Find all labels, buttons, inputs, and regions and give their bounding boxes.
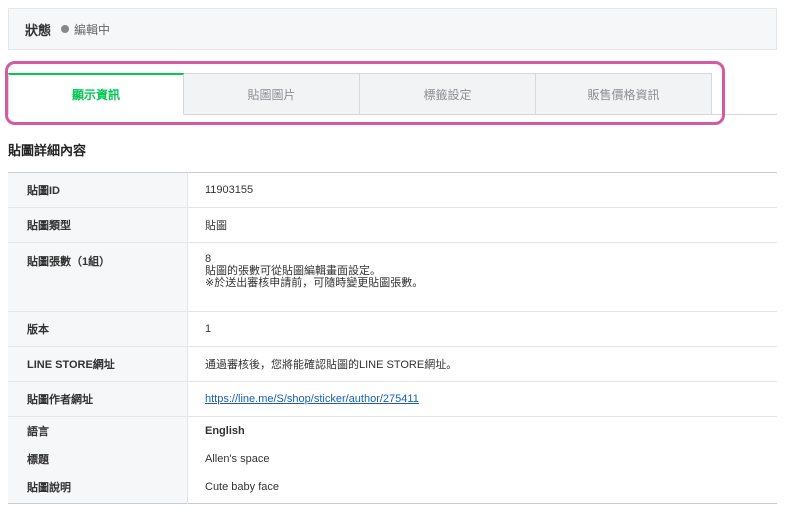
tab-display-info[interactable]: 顯示資訊 bbox=[8, 73, 184, 115]
table-row: 語言 English bbox=[8, 416, 777, 445]
language-value: English bbox=[205, 425, 245, 437]
table-row: LINE STORE網址 通過審核後，您將能確認貼圖的LINE STORE網址。 bbox=[8, 346, 777, 382]
row-label: 貼圖說明 bbox=[8, 473, 188, 504]
status-label: 狀態 bbox=[25, 22, 52, 38]
tab-price-info[interactable]: 販售價格資訊 bbox=[536, 73, 712, 115]
sticker-count-note: 貼圖的張數可從貼圖編輯畫面設定。 bbox=[205, 265, 381, 277]
status-bar: 狀態 編輯中 bbox=[8, 8, 777, 50]
tab-sticker-images[interactable]: 貼圖圖片 bbox=[184, 73, 360, 115]
row-label: 貼圖作者網址 bbox=[8, 381, 188, 417]
table-row: 貼圖ID 11903155 bbox=[8, 172, 777, 208]
description-value: Cute baby face bbox=[205, 481, 279, 493]
section-title: 貼圖詳細內容 bbox=[8, 143, 87, 158]
title-value: Allen's space bbox=[205, 453, 270, 465]
sticker-count-note: ※於送出審核申請前，可隨時變更貼圖張數。 bbox=[205, 277, 424, 289]
table-row: 貼圖說明 Cute baby face bbox=[8, 473, 777, 504]
store-url-value: 通過審核後，您將能確認貼圖的LINE STORE網址。 bbox=[187, 346, 777, 382]
author-url-link[interactable]: https://line.me/S/shop/sticker/author/27… bbox=[205, 393, 419, 405]
row-label: 語言 bbox=[8, 416, 188, 445]
tab-bar: 顯示資訊 貼圖圖片 標籤設定 販售價格資訊 bbox=[8, 73, 777, 115]
row-label: 貼圖類型 bbox=[8, 207, 188, 243]
table-row: 版本 1 bbox=[8, 311, 777, 347]
author-url-cell: https://line.me/S/shop/sticker/author/27… bbox=[187, 381, 777, 417]
row-label: 貼圖張數（1組） bbox=[8, 242, 188, 312]
table-row: 貼圖張數（1組） 8 貼圖的張數可從貼圖編輯畫面設定。 ※於送出審核申請前，可隨… bbox=[8, 242, 777, 312]
row-label: LINE STORE網址 bbox=[8, 346, 188, 382]
sticker-detail-page: 狀態 編輯中 顯示資訊 貼圖圖片 標籤設定 販售價格資訊 貼圖詳細內容 貼圖ID… bbox=[0, 0, 800, 516]
row-label: 貼圖ID bbox=[8, 172, 188, 208]
row-label: 版本 bbox=[8, 311, 188, 347]
detail-table: 貼圖ID 11903155 貼圖類型 貼圖 貼圖張數（1組） 8 貼圖的張數可從… bbox=[8, 172, 777, 504]
version-value: 1 bbox=[187, 311, 777, 347]
sticker-count-value: 8 bbox=[205, 253, 212, 265]
sticker-type-value: 貼圖 bbox=[187, 207, 777, 243]
table-row: 標題 Allen's space bbox=[8, 445, 777, 473]
status-dot-icon bbox=[61, 25, 70, 33]
status-value: 編輯中 bbox=[74, 22, 111, 37]
sticker-id-value: 11903155 bbox=[187, 172, 777, 208]
row-label: 標題 bbox=[8, 445, 188, 473]
tab-tag-settings[interactable]: 標籤設定 bbox=[360, 73, 536, 115]
table-row: 貼圖作者網址 https://line.me/S/shop/sticker/au… bbox=[8, 381, 777, 417]
table-row: 貼圖類型 貼圖 bbox=[8, 207, 777, 243]
sticker-count-cell: 8 貼圖的張數可從貼圖編輯畫面設定。 ※於送出審核申請前，可隨時變更貼圖張數。 bbox=[187, 242, 777, 312]
